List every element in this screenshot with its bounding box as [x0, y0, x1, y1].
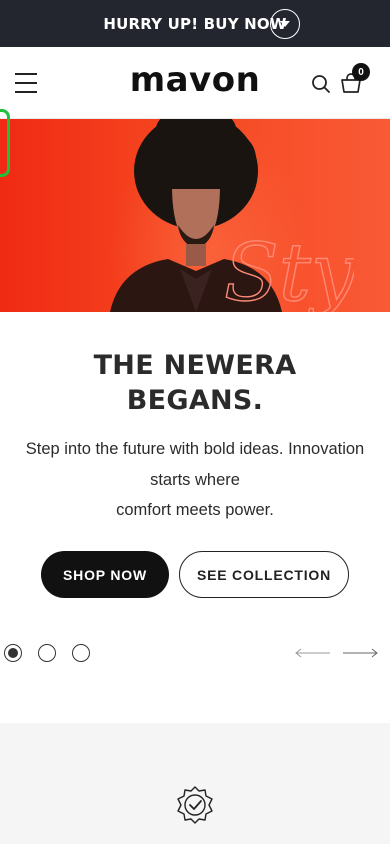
logo[interactable]: mavon [0, 63, 390, 97]
features-section [0, 723, 390, 844]
shop-now-button[interactable]: SHOP NOW [41, 551, 169, 598]
arrow-left-icon[interactable] [295, 646, 331, 660]
hero-title-line: THE NEWERA [93, 350, 297, 381]
badge-check-icon [177, 786, 213, 824]
side-feedback-tab[interactable] [0, 109, 10, 177]
chevron-down-icon [280, 21, 290, 27]
hero-image: Style [0, 119, 390, 312]
hero-desc-line: starts where [150, 470, 240, 489]
search-button[interactable] [311, 74, 331, 94]
slider-dot-3[interactable] [72, 644, 90, 662]
slider-dot-1[interactable] [4, 644, 22, 662]
hero-desc-line: Step into the future with bold ideas. In… [25, 440, 365, 458]
hero-title-line: BEGANS. [126, 385, 264, 416]
slider-dot-2[interactable] [38, 644, 56, 662]
search-icon [312, 75, 330, 93]
announcement-bar: HURRY UP! BUY NOW [0, 0, 390, 47]
hero-style-word: Style [224, 226, 354, 312]
arrow-right-icon[interactable] [342, 646, 378, 660]
site-header: mavon 0 [0, 47, 390, 119]
hero-description: Step into the future with bold ideas. In… [10, 434, 380, 526]
announcement-text: HURRY UP! BUY NOW [103, 14, 287, 33]
hero-style-wordmark: Style [223, 225, 354, 312]
see-collection-button[interactable]: SEE COLLECTION [179, 551, 349, 598]
hero-title: THE NEWERA BEGANS. [40, 348, 350, 418]
hero-desc-line: comfort meets power. [116, 501, 274, 519]
announcement-toggle-button[interactable] [270, 9, 300, 39]
cart-count-badge: 0 [352, 63, 370, 81]
